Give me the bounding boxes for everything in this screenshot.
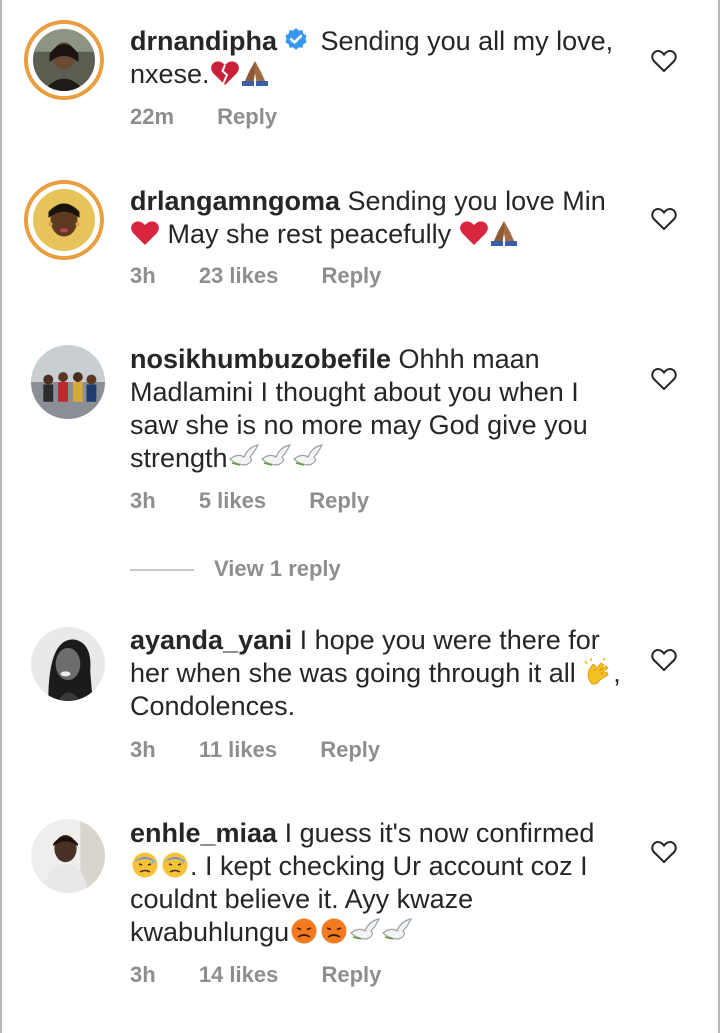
comment-time: 22m — [130, 104, 175, 129]
comment-meta: 3h 5 likes Reply — [130, 488, 406, 514]
avatar-image — [33, 189, 95, 251]
dove-emoji — [349, 917, 381, 943]
red-heart-emoji — [459, 219, 489, 247]
comment-text-continued: May she rest peacefully — [167, 219, 452, 249]
comment-body: drnandipha Sending you all my love, nxes… — [130, 25, 630, 91]
comment-time: 3h — [130, 962, 156, 987]
comment-body: ayanda_yani I hope you were there for he… — [130, 624, 630, 723]
comment-meta: 22m Reply — [130, 104, 314, 130]
like-heart-icon[interactable] — [651, 207, 677, 231]
comment-username[interactable]: drlangamngoma — [130, 186, 340, 216]
like-heart-icon[interactable] — [651, 840, 677, 864]
view-replies-line — [130, 569, 194, 572]
comment-body: nosikhumbuzobefile Ohhh maan Madlamini I… — [130, 343, 630, 475]
comment-likes[interactable]: 23 likes — [199, 263, 279, 289]
reply-button[interactable]: Reply — [309, 488, 369, 514]
like-heart-icon[interactable] — [651, 49, 677, 73]
disappointed-face-emoji — [319, 917, 349, 945]
comment-time: 3h — [130, 737, 156, 762]
avatar-image — [31, 627, 105, 701]
like-heart-icon[interactable] — [651, 648, 677, 672]
red-heart-emoji — [130, 219, 160, 247]
like-heart-icon[interactable] — [651, 367, 677, 391]
dove-emoji — [228, 443, 260, 469]
folded-hands-emoji — [489, 219, 519, 247]
reply-button[interactable]: Reply — [321, 962, 381, 988]
dove-emoji — [381, 917, 413, 943]
clapping-hands-emoji — [583, 658, 613, 686]
reply-button[interactable]: Reply — [320, 737, 380, 763]
avatar-image — [31, 345, 105, 419]
comment-meta: 3h 23 likes Reply — [130, 263, 418, 289]
downcast-sweat-face-emoji — [160, 851, 190, 879]
view-replies-button[interactable]: View 1 reply — [130, 556, 341, 582]
comment-meta: 3h 11 likes Reply — [130, 737, 417, 763]
comment-body: drlangamngoma Sending you love Min May s… — [130, 185, 630, 251]
reply-button[interactable]: Reply — [217, 104, 277, 130]
avatar[interactable] — [31, 345, 105, 419]
comment-likes[interactable]: 5 likes — [199, 488, 266, 514]
avatar[interactable] — [24, 20, 104, 100]
left-edge — [0, 0, 2, 1033]
avatar-image — [31, 819, 105, 893]
comment-body: enhle_miaa I guess it's now confirmed . … — [130, 817, 630, 949]
reply-button[interactable]: Reply — [321, 263, 381, 289]
avatar[interactable] — [31, 627, 105, 701]
broken-heart-emoji — [210, 59, 240, 87]
comment-text: I guess it's now confirmed — [284, 818, 595, 848]
comment-time: 3h — [130, 263, 156, 288]
comment-username[interactable]: enhle_miaa — [130, 818, 277, 848]
comment-likes[interactable]: 14 likes — [199, 962, 279, 988]
downcast-sweat-face-emoji — [130, 851, 160, 879]
comment-time: 3h — [130, 488, 156, 513]
dove-emoji — [260, 443, 292, 469]
comment-likes[interactable]: 11 likes — [199, 737, 277, 763]
folded-hands-emoji — [240, 59, 270, 87]
verified-badge-icon — [283, 27, 309, 53]
view-replies-label: View 1 reply — [214, 556, 341, 581]
comment-meta: 3h 14 likes Reply — [130, 962, 418, 988]
avatar[interactable] — [24, 180, 104, 260]
avatar[interactable] — [31, 819, 105, 893]
dove-emoji — [292, 443, 324, 469]
comment-username[interactable]: nosikhumbuzobefile — [130, 344, 391, 374]
comment-text: Sending you love Min — [347, 186, 606, 216]
disappointed-face-emoji — [289, 917, 319, 945]
comment-username[interactable]: drnandipha — [130, 26, 277, 56]
avatar-image — [33, 29, 95, 91]
comment-username[interactable]: ayanda_yani — [130, 625, 292, 655]
